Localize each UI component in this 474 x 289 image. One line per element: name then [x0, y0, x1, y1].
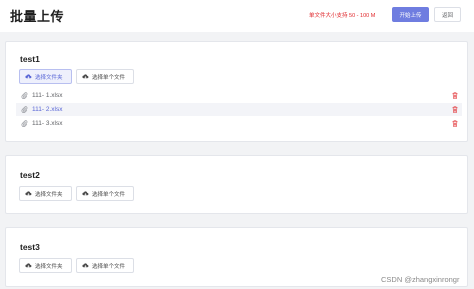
cloud-upload-icon: [82, 191, 89, 196]
cloud-upload-icon: [25, 263, 32, 268]
cloud-upload-icon: [82, 263, 89, 268]
page-title: 批量上传: [10, 9, 65, 24]
paperclip-icon: [21, 120, 28, 127]
file-name: 111- 3.xlsx: [32, 120, 63, 127]
paperclip-icon: [21, 106, 28, 113]
select-file-label: 选择单个文件: [92, 191, 126, 198]
trash-icon[interactable]: [452, 120, 458, 127]
back-button[interactable]: 返回: [434, 7, 461, 22]
select-folder-button[interactable]: 选择文件夹: [19, 258, 72, 273]
select-folder-label: 选择文件夹: [35, 191, 63, 198]
select-file-button[interactable]: 选择单个文件: [76, 69, 134, 84]
cloud-upload-icon: [25, 74, 32, 79]
group-title: test2: [20, 170, 40, 180]
select-file-label: 选择单个文件: [92, 74, 126, 81]
file-list-item[interactable]: 111- 3.xlsx: [16, 117, 462, 130]
paperclip-icon: [21, 92, 28, 99]
select-file-button[interactable]: 选择单个文件: [76, 258, 134, 273]
cloud-upload-icon: [25, 191, 32, 196]
file-size-hint: 单文件大小支持 50 - 100 M: [309, 13, 376, 19]
group-title: test3: [20, 242, 40, 252]
upload-group-card: test1 选择文件夹 选择单个文件 111- 1.xlsx 111- 2.xl…: [5, 41, 468, 142]
file-list-item[interactable]: 111- 1.xlsx: [16, 89, 462, 102]
file-list-item[interactable]: 111- 2.xlsx: [16, 103, 462, 116]
csdn-watermark: CSDN @zhangxinrongr: [381, 275, 460, 284]
start-upload-button[interactable]: 开始上传: [392, 7, 429, 22]
select-file-button[interactable]: 选择单个文件: [76, 186, 134, 201]
file-name: 111- 1.xlsx: [32, 92, 63, 99]
upload-group-card: test2 选择文件夹 选择单个文件: [5, 155, 468, 214]
select-file-label: 选择单个文件: [92, 263, 126, 270]
file-name: 111- 2.xlsx: [32, 106, 63, 113]
select-folder-button[interactable]: 选择文件夹: [19, 186, 72, 201]
trash-icon[interactable]: [452, 92, 458, 99]
group-title: test1: [20, 54, 40, 64]
select-folder-button[interactable]: 选择文件夹: [19, 69, 72, 84]
page-header: 批量上传 单文件大小支持 50 - 100 M 开始上传 返回: [0, 0, 474, 32]
select-folder-label: 选择文件夹: [35, 263, 63, 270]
cloud-upload-icon: [82, 74, 89, 79]
select-folder-label: 选择文件夹: [35, 74, 63, 81]
trash-icon[interactable]: [452, 106, 458, 113]
